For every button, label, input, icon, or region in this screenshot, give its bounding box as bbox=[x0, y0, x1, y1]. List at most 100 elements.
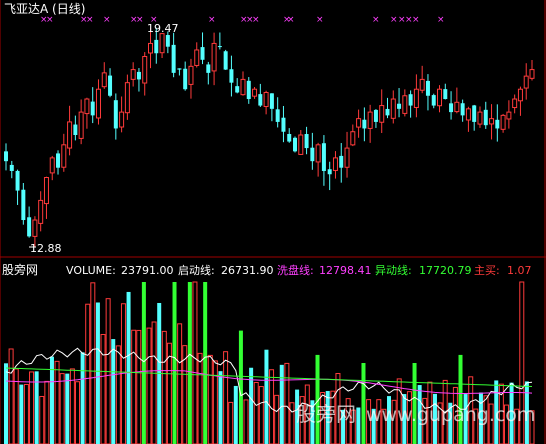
candle-body bbox=[465, 108, 471, 121]
candle-body bbox=[56, 153, 61, 168]
candle-body bbox=[512, 98, 518, 109]
candle-body bbox=[67, 121, 73, 149]
candle-body bbox=[344, 147, 350, 168]
volume-bar bbox=[85, 303, 91, 444]
volume-bar bbox=[218, 371, 223, 444]
candle-body bbox=[27, 217, 32, 237]
site-label: 股旁网 bbox=[2, 262, 38, 277]
candle-body bbox=[506, 111, 512, 120]
candle-body bbox=[188, 65, 194, 85]
candle-body bbox=[84, 98, 90, 115]
volume-bar bbox=[19, 384, 24, 444]
candle-body bbox=[356, 118, 362, 128]
candle-body bbox=[211, 42, 217, 72]
volume-bar bbox=[197, 352, 203, 444]
candle-body bbox=[517, 88, 523, 102]
candle-body bbox=[217, 46, 222, 48]
volume-bar bbox=[136, 329, 142, 444]
signal-mark: × bbox=[252, 15, 260, 25]
candle-body bbox=[408, 94, 413, 106]
candle-body bbox=[49, 157, 55, 174]
volume-bar bbox=[284, 362, 290, 444]
volume-bar bbox=[8, 348, 14, 444]
candle-body bbox=[43, 177, 49, 205]
candle-body bbox=[402, 95, 408, 114]
volume-bar bbox=[274, 394, 280, 444]
candle-body bbox=[304, 134, 309, 149]
volume-bar bbox=[172, 282, 177, 444]
candle-body bbox=[177, 68, 182, 70]
candle-body bbox=[73, 124, 78, 135]
candle-body bbox=[298, 134, 304, 155]
candle-body bbox=[321, 143, 326, 171]
volume-bar bbox=[161, 330, 167, 444]
candle-body bbox=[90, 101, 95, 116]
candle-body bbox=[258, 94, 263, 106]
volume-bar bbox=[90, 282, 96, 444]
volume-bar bbox=[187, 282, 192, 444]
volume-bar bbox=[54, 360, 60, 444]
candle-body bbox=[61, 144, 67, 168]
candle-body bbox=[136, 71, 141, 80]
candle-body bbox=[38, 199, 44, 224]
xipan-label: 洗盘线: bbox=[277, 263, 314, 277]
volume-bar bbox=[228, 401, 234, 444]
volume-bar bbox=[131, 329, 137, 444]
volume-bar bbox=[356, 407, 361, 444]
volume-bar bbox=[74, 381, 80, 444]
indicator-panel: 股旁网 VOLUME: 23791.00 启动线: 26731.90 洗盘线: … bbox=[2, 262, 535, 444]
low-label: 12.88 bbox=[30, 242, 62, 255]
candle-body bbox=[130, 69, 136, 80]
candle-body bbox=[529, 69, 535, 79]
candle-body bbox=[419, 78, 425, 91]
candle-body bbox=[252, 88, 258, 97]
chart-title: 飞亚达A (日线) bbox=[4, 2, 85, 16]
qidong-value: 26731.90 bbox=[221, 264, 274, 277]
candle-body bbox=[332, 157, 338, 171]
candle-body bbox=[148, 42, 154, 54]
high-label: 19.47 bbox=[147, 22, 179, 35]
volume-bar bbox=[289, 402, 295, 444]
candle-body bbox=[477, 111, 483, 125]
signal-mark: × bbox=[372, 15, 380, 25]
volume-bar bbox=[126, 291, 131, 444]
candle-body bbox=[431, 95, 436, 106]
volume-bar bbox=[65, 373, 70, 444]
candle-body bbox=[159, 33, 165, 54]
volume-bar bbox=[111, 339, 116, 444]
volume-value: 23791.00 bbox=[121, 264, 174, 277]
volume-bar bbox=[223, 351, 229, 444]
watermark-url: www.gupang.com bbox=[366, 404, 535, 426]
zhumai-label: 主买: bbox=[474, 264, 500, 277]
candle-body bbox=[263, 91, 269, 108]
candle-body bbox=[379, 105, 385, 123]
volume-bar bbox=[95, 302, 100, 444]
candle-body bbox=[246, 80, 251, 100]
volume-bar bbox=[264, 349, 269, 444]
volume-bar bbox=[361, 363, 366, 444]
candle-body bbox=[235, 86, 240, 93]
signal-mark: × bbox=[46, 15, 54, 25]
signal-mark: × bbox=[437, 15, 445, 25]
candle-body bbox=[165, 35, 170, 47]
candle-body bbox=[32, 219, 38, 237]
candle-body bbox=[437, 88, 443, 107]
candle-body bbox=[362, 119, 367, 129]
signal-mark: × bbox=[412, 15, 420, 25]
candle-body bbox=[21, 189, 26, 221]
volume-bar bbox=[141, 282, 146, 444]
volume-bar bbox=[115, 345, 121, 444]
candle-body bbox=[229, 69, 234, 83]
volume-bar bbox=[59, 373, 65, 444]
volume-bar bbox=[253, 381, 259, 444]
candle-body bbox=[194, 49, 200, 66]
volume-bar bbox=[207, 354, 213, 444]
candle-body bbox=[113, 100, 118, 129]
signal-mark: × bbox=[103, 15, 111, 25]
candle-body bbox=[390, 98, 396, 119]
candle-body bbox=[454, 101, 460, 113]
candle-body bbox=[315, 144, 321, 163]
zhumai-value: 1.07 bbox=[507, 264, 532, 277]
candle-body bbox=[523, 75, 529, 89]
candle-body bbox=[495, 119, 500, 129]
